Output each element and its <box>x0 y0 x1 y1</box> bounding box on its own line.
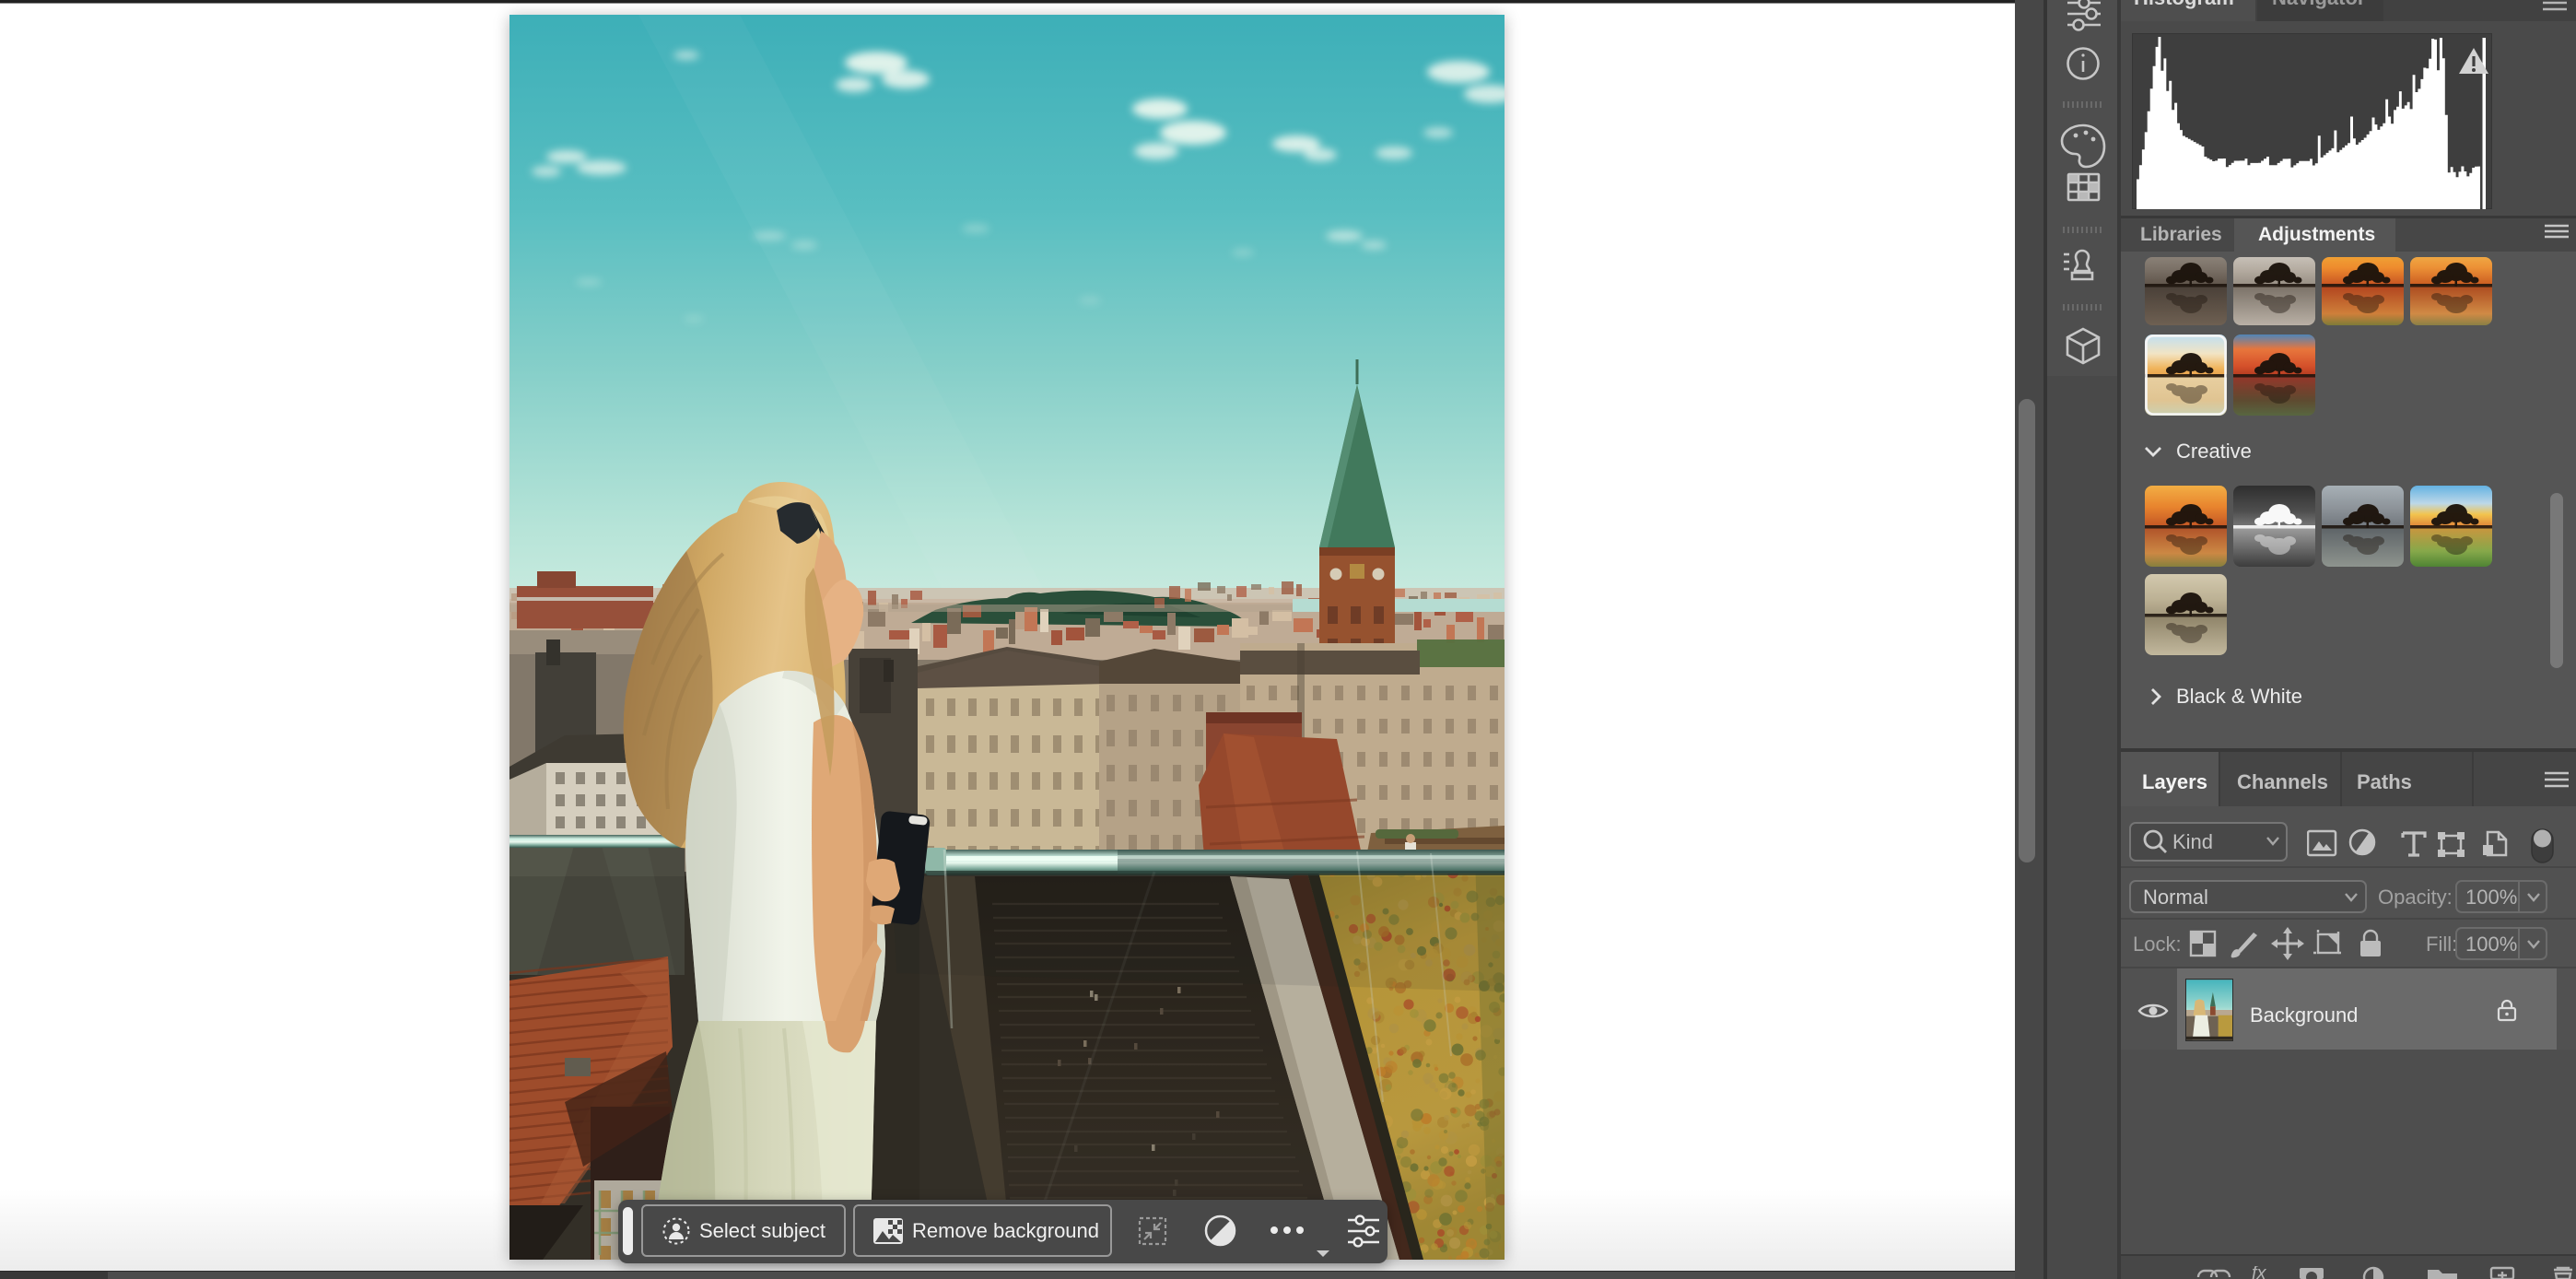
svg-text:fx: fx <box>2252 1266 2267 1279</box>
